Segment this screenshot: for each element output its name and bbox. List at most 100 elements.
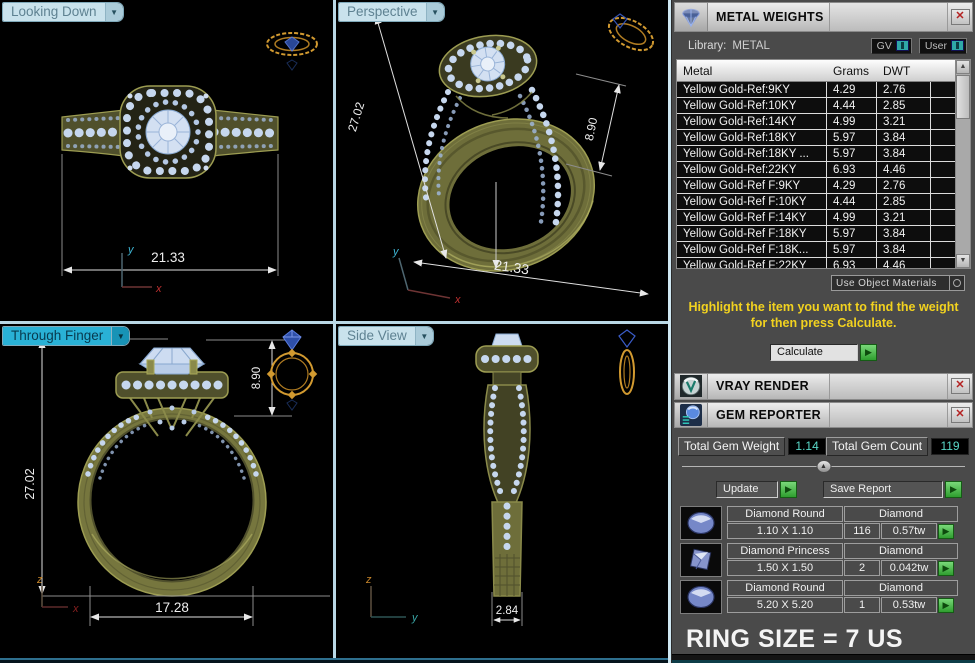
dimension-2-84: 2.84 <box>492 592 522 626</box>
metal-table-row[interactable]: Yellow Gold-Ref F:14KY 4.99 3.21 <box>677 210 955 226</box>
viewport-looking-down[interactable]: Looking Down ▼ <box>0 0 333 321</box>
ring-front-view: 27.02 8.90 17.28 z x <box>0 324 333 658</box>
gem-total-weight: 0.57tw <box>881 523 937 539</box>
svg-text:17.28: 17.28 <box>155 600 189 615</box>
viewport-bottom-border <box>0 658 670 663</box>
collapse-divider: ▲ <box>682 460 965 474</box>
ring-orientation-icon <box>267 330 317 410</box>
dwt-cell: 2.76 <box>877 178 931 193</box>
metal-table-row[interactable]: Yellow Gold-Ref F:9KY 4.29 2.76 <box>677 178 955 194</box>
use-object-materials-button[interactable]: Use Object Materials <box>831 275 965 291</box>
viewport-through-finger[interactable]: Through Finger ▼ <box>0 324 333 658</box>
total-gem-count-label: Total Gem Count <box>826 437 928 456</box>
ring-side-view: 2.84 z y <box>336 324 668 658</box>
calculate-button[interactable]: Calculate ▶ <box>770 343 877 361</box>
metal-table-row[interactable]: Yellow Gold-Ref F:18K... 5.97 3.84 <box>677 242 955 258</box>
metal-name-cell: Yellow Gold-Ref F:9KY <box>677 178 827 193</box>
metal-name-cell: Yellow Gold-Ref F:22KY <box>677 258 827 268</box>
viewport-side-view[interactable]: Side View ▼ <box>336 324 668 658</box>
metal-table-row[interactable]: Yellow Gold-Ref F:22KY 6.93 4.46 <box>677 258 955 268</box>
close-icon[interactable]: ✕ <box>951 378 970 394</box>
go-arrow-icon[interactable]: ▶ <box>938 524 954 539</box>
grams-cell: 6.93 <box>827 162 877 177</box>
gem-row[interactable]: Diamond Princess 1.50 X 1.50 Diamond 2 0… <box>680 543 967 577</box>
metal-name-cell: Yellow Gold-Ref:22KY <box>677 162 827 177</box>
dwt-cell: 2.76 <box>877 82 931 97</box>
dwt-cell: 3.84 <box>877 226 931 241</box>
go-arrow-icon[interactable]: ▶ <box>938 561 954 576</box>
collapse-up-icon[interactable]: ▲ <box>816 460 831 473</box>
gem-row[interactable]: Diamond Round 1.10 X 1.10 Diamond 116 0.… <box>680 506 967 540</box>
grams-cell: 5.97 <box>827 242 877 257</box>
table-header[interactable]: Metal Grams DWT <box>677 60 955 82</box>
grams-cell: 5.97 <box>827 130 877 145</box>
table-scrollbar[interactable]: ▲ ▼ <box>955 60 970 268</box>
dwt-cell: 4.46 <box>877 162 931 177</box>
library-value: METAL <box>732 40 770 52</box>
ring-top-view: 21.33 y x <box>0 0 333 321</box>
svg-text:27.02: 27.02 <box>23 468 37 499</box>
gem-material: Diamond <box>844 506 958 522</box>
viewport-tab-label: Perspective <box>339 3 426 21</box>
metal-name-cell: Yellow Gold-Ref F:18K... <box>677 242 827 257</box>
update-button[interactable]: Update ▶ <box>716 480 797 498</box>
user-indicator-icon <box>951 40 964 51</box>
chevron-down-icon[interactable]: ▼ <box>111 327 129 345</box>
gem-total-weight: 0.53tw <box>881 597 937 613</box>
go-arrow-icon[interactable]: ▶ <box>780 481 797 498</box>
gem-size: 1.10 X 1.10 <box>727 523 843 539</box>
gem-row[interactable]: Diamond Round 5.20 X 5.20 Diamond 1 0.53… <box>680 580 967 614</box>
svg-text:8.90: 8.90 <box>251 367 263 389</box>
ring-size-label: RING SIZE = 7 US <box>686 625 975 654</box>
close-icon[interactable]: ✕ <box>951 9 970 25</box>
metal-table-row[interactable]: Yellow Gold-Ref:10KY 4.44 2.85 <box>677 98 955 114</box>
radio-icon[interactable] <box>949 276 964 290</box>
calculate-hint: Highlight the item you want to find the … <box>672 299 975 331</box>
gem-material: Diamond <box>844 543 958 559</box>
gem-name: Diamond Round <box>727 506 843 522</box>
viewport-tab-through-finger[interactable]: Through Finger ▼ <box>2 326 130 346</box>
user-toggle[interactable]: User <box>919 38 967 54</box>
metal-weights-header[interactable]: METAL WEIGHTS ✕ <box>674 2 973 32</box>
viewport-tab-side-view[interactable]: Side View ▼ <box>338 326 434 346</box>
grams-cell: 4.99 <box>827 210 877 225</box>
panel-title: METAL WEIGHTS <box>708 3 830 31</box>
svg-text:21.33: 21.33 <box>151 250 185 265</box>
metal-name-cell: Yellow Gold-Ref:10KY <box>677 98 827 113</box>
viewport-perspective[interactable]: Perspective ▼ <box>336 0 668 321</box>
close-icon[interactable]: ✕ <box>951 407 970 423</box>
metal-table-row[interactable]: Yellow Gold-Ref:18KY ... 5.97 3.84 <box>677 146 955 162</box>
metal-table-row[interactable]: Yellow Gold-Ref F:18KY 5.97 3.84 <box>677 226 955 242</box>
chevron-down-icon[interactable]: ▼ <box>415 327 433 345</box>
total-gem-weight-label: Total Gem Weight <box>678 437 785 456</box>
metal-table-row[interactable]: Yellow Gold-Ref:14KY 4.99 3.21 <box>677 114 955 130</box>
gem-size: 5.20 X 5.20 <box>727 597 843 613</box>
go-arrow-icon[interactable]: ▶ <box>938 598 954 613</box>
metal-table-row[interactable]: Yellow Gold-Ref F:10KY 4.44 2.85 <box>677 194 955 210</box>
dwt-cell: 3.84 <box>877 242 931 257</box>
chevron-down-icon[interactable]: ▼ <box>105 3 123 21</box>
go-arrow-icon[interactable]: ▶ <box>860 344 877 361</box>
scroll-up-icon[interactable]: ▲ <box>956 60 970 74</box>
gem-reporter-header[interactable]: GEM REPORTER ✕ <box>674 402 973 429</box>
metal-table-row[interactable]: Yellow Gold-Ref:9KY 4.29 2.76 <box>677 82 955 98</box>
metal-table-row[interactable]: Yellow Gold-Ref:22KY 6.93 4.46 <box>677 162 955 178</box>
gv-toggle[interactable]: GV <box>871 38 912 54</box>
vray-render-header[interactable]: VRAY RENDER ✕ <box>674 373 973 400</box>
metal-name-cell: Yellow Gold-Ref:18KY <box>677 130 827 145</box>
svg-text:x: x <box>72 603 79 615</box>
gem-shape-icon <box>680 580 722 614</box>
dwt-cell: 4.46 <box>877 258 931 268</box>
gv-indicator-icon <box>896 40 909 51</box>
scroll-down-icon[interactable]: ▼ <box>956 254 970 268</box>
save-report-button[interactable]: Save Report ▶ <box>823 480 962 498</box>
viewport-tab-looking-down[interactable]: Looking Down ▼ <box>2 2 124 22</box>
viewport-tab-label: Looking Down <box>3 3 105 21</box>
scrollbar-thumb[interactable] <box>956 75 970 119</box>
chevron-down-icon[interactable]: ▼ <box>426 3 444 21</box>
dwt-cell: 3.21 <box>877 114 931 129</box>
viewport-tab-perspective[interactable]: Perspective ▼ <box>338 2 445 22</box>
header-handle <box>830 403 948 428</box>
go-arrow-icon[interactable]: ▶ <box>945 481 962 498</box>
metal-table-row[interactable]: Yellow Gold-Ref:18KY 5.97 3.84 <box>677 130 955 146</box>
